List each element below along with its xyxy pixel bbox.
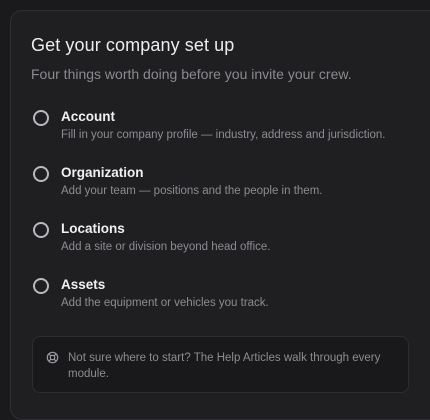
radio-circle-icon[interactable] — [33, 222, 49, 238]
step-description: Add the equipment or vehicles you track. — [61, 297, 269, 309]
radio-circle-icon[interactable] — [33, 166, 49, 182]
setup-card: Get your company set up Four things wort… — [10, 10, 430, 420]
card-subtitle: Four things worth doing before you invit… — [31, 66, 352, 82]
radio-circle-icon[interactable] — [33, 110, 49, 126]
card-title: Get your company set up — [31, 35, 235, 55]
help-text: Not sure where to start? The Help Articl… — [68, 352, 381, 380]
step-organization[interactable]: Organization Add your team — positions a… — [31, 165, 411, 209]
lifebuoy-icon — [46, 351, 59, 364]
step-title: Assets — [61, 277, 106, 292]
step-account[interactable]: Account Fill in your company profile — i… — [31, 109, 411, 153]
step-title: Locations — [61, 221, 125, 236]
help-callout: Not sure where to start? The Help Articl… — [32, 336, 409, 393]
step-title: Account — [61, 109, 115, 124]
step-description: Add your team — positions and the people… — [61, 185, 323, 197]
radio-circle-icon[interactable] — [33, 278, 49, 294]
step-description: Fill in your company profile — industry,… — [61, 129, 386, 141]
step-title: Organization — [61, 165, 144, 180]
step-assets[interactable]: Assets Add the equipment or vehicles you… — [31, 277, 411, 321]
step-description: Add a site or division beyond head offic… — [61, 241, 271, 253]
step-locations[interactable]: Locations Add a site or division beyond … — [31, 221, 411, 265]
